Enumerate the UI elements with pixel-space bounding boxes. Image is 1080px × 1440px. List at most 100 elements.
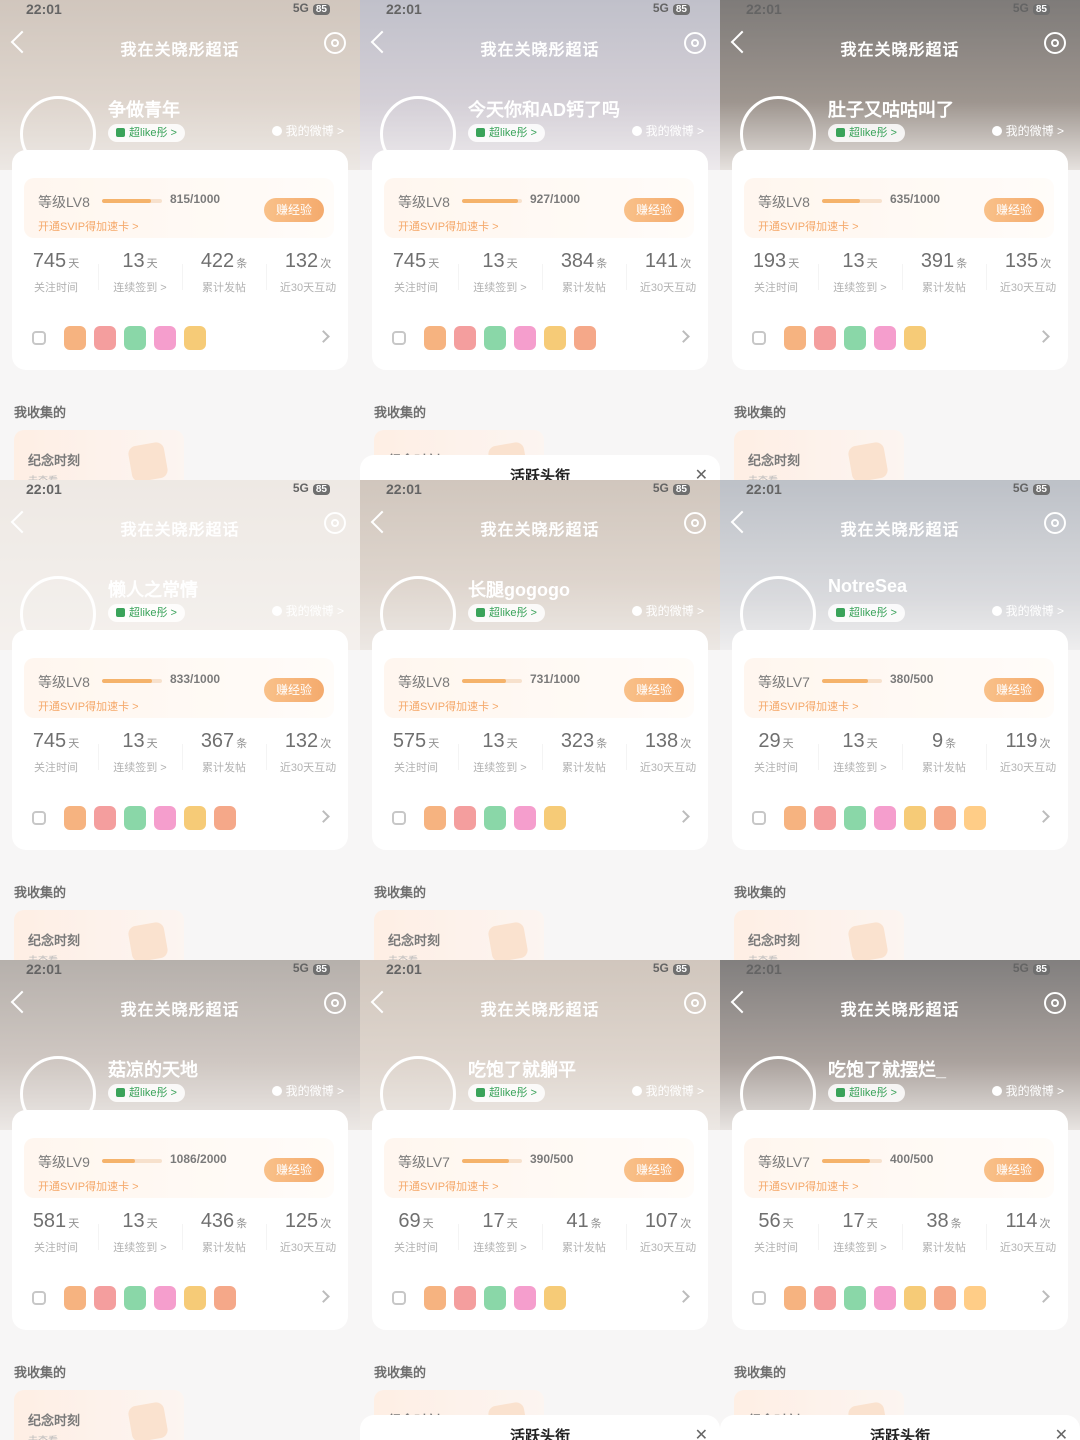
battery-icon: 85	[672, 484, 690, 495]
medals-row[interactable]	[24, 322, 336, 358]
gear-icon[interactable]	[684, 992, 706, 1014]
battery-icon: 85	[1032, 964, 1050, 975]
avatar[interactable]	[740, 96, 816, 172]
stat-signin-days[interactable]: 13 天连续签到 >	[100, 1210, 180, 1255]
medals-row[interactable]	[384, 322, 696, 358]
gear-icon[interactable]	[324, 32, 346, 54]
collected-section-title: 我收集的	[14, 405, 67, 420]
close-icon[interactable]: ✕	[1055, 1425, 1068, 1440]
earn-exp-button[interactable]: 赚经验	[983, 678, 1044, 702]
stat-signin-days[interactable]: 13 天连续签到 >	[100, 250, 180, 295]
memorial-moment-card[interactable]: 纪念时刻 去查看	[14, 1390, 184, 1440]
avatar[interactable]	[740, 1056, 816, 1132]
superlike-badge[interactable]: 超like彤 >	[108, 604, 185, 622]
memorial-moment-card[interactable]: 纪念时刻 去查看	[374, 910, 544, 960]
earn-exp-button[interactable]: 赚经验	[623, 678, 684, 702]
gear-icon[interactable]	[1044, 512, 1066, 534]
stat-follow-days: 56 天关注时间	[754, 1210, 798, 1254]
svip-link[interactable]: 开通SVIP得加速卡 >	[758, 218, 859, 234]
superlike-badge[interactable]: 超like彤 >	[828, 124, 905, 142]
gear-icon[interactable]	[684, 32, 706, 54]
my-weibo-link[interactable]: 我的微博 >	[991, 122, 1064, 139]
earn-exp-button[interactable]: 赚经验	[623, 198, 684, 222]
svip-link[interactable]: 开通SVIP得加速卡 >	[38, 698, 139, 714]
earn-exp-button[interactable]: 赚经验	[983, 198, 1044, 222]
stat-signin-days[interactable]: 17 天连续签到 >	[820, 1210, 900, 1255]
level-row: 等级LV8 731/1000 开通SVIP得加速卡 > 赚经验	[384, 658, 694, 718]
earn-exp-button[interactable]: 赚经验	[983, 1158, 1044, 1182]
stat-signin-days[interactable]: 13 天连续签到 >	[100, 730, 180, 775]
my-weibo-link[interactable]: 我的微博 >	[991, 602, 1064, 619]
person-icon	[271, 126, 282, 136]
avatar[interactable]	[380, 96, 456, 172]
my-weibo-link[interactable]: 我的微博 >	[631, 122, 704, 139]
stat-signin-days[interactable]: 13 天连续签到 >	[460, 250, 540, 295]
my-weibo-link[interactable]: 我的微博 >	[631, 1082, 704, 1099]
earn-exp-button[interactable]: 赚经验	[263, 1158, 324, 1182]
medals-row[interactable]	[744, 802, 1056, 838]
superlike-badge[interactable]: 超like彤 >	[108, 124, 185, 142]
close-icon[interactable]: ✕	[695, 465, 708, 480]
earn-exp-button[interactable]: 赚经验	[623, 1158, 684, 1182]
medals-row[interactable]	[24, 1282, 336, 1318]
earn-exp-button[interactable]: 赚经验	[263, 198, 324, 222]
username: NotreSea	[828, 576, 908, 596]
superlike-badge[interactable]: 超like彤 >	[828, 1084, 905, 1102]
medals-row[interactable]	[744, 1282, 1056, 1318]
level-label: 等级LV8	[398, 194, 450, 210]
medal-icon	[154, 326, 176, 350]
medal-icon	[94, 806, 116, 830]
svip-link[interactable]: 开通SVIP得加速卡 >	[398, 1178, 499, 1194]
superlike-badge[interactable]: 超like彤 >	[828, 604, 905, 622]
avatar[interactable]	[740, 576, 816, 652]
level-exp-value: 815/1000	[170, 192, 221, 206]
memorial-moment-card[interactable]: 纪念时刻 去查看	[14, 910, 184, 960]
svip-link[interactable]: 开通SVIP得加速卡 >	[398, 218, 499, 234]
status-network: 5G 85	[1013, 481, 1050, 495]
level-label: 等级LV7	[758, 1154, 810, 1170]
close-icon[interactable]: ✕	[695, 1425, 708, 1440]
stat-signin-days[interactable]: 13 天连续签到 >	[820, 250, 900, 295]
svip-link[interactable]: 开通SVIP得加速卡 >	[38, 1178, 139, 1194]
stat-signin-days[interactable]: 13 天连续签到 >	[460, 730, 540, 775]
my-weibo-link[interactable]: 我的微博 >	[271, 122, 344, 139]
my-weibo-link[interactable]: 我的微博 >	[631, 602, 704, 619]
svip-link[interactable]: 开通SVIP得加速卡 >	[758, 1178, 859, 1194]
svip-link[interactable]: 开通SVIP得加速卡 >	[758, 698, 859, 714]
stat-signin-days[interactable]: 17 天连续签到 >	[460, 1210, 540, 1255]
my-weibo-link[interactable]: 我的微博 >	[271, 602, 344, 619]
gear-icon[interactable]	[684, 512, 706, 534]
battery-icon: 85	[312, 964, 330, 975]
stat-signin-days[interactable]: 13 天连续签到 >	[820, 730, 900, 775]
superlike-badge[interactable]: 超like彤 >	[468, 1084, 545, 1102]
status-time: 22:01	[746, 1, 782, 17]
avatar[interactable]	[380, 576, 456, 652]
level-exp-value: 390/500	[530, 1152, 574, 1166]
avatar[interactable]	[20, 1056, 96, 1132]
avatar[interactable]	[20, 576, 96, 652]
gear-icon[interactable]	[324, 512, 346, 534]
my-weibo-link[interactable]: 我的微博 >	[271, 1082, 344, 1099]
superlike-badge[interactable]: 超like彤 >	[468, 124, 545, 142]
level-progress-fill	[102, 1159, 135, 1163]
gear-icon[interactable]	[1044, 32, 1066, 54]
level-progress-bar	[462, 199, 522, 203]
superlike-badge[interactable]: 超like彤 >	[108, 1084, 185, 1102]
gear-icon[interactable]	[324, 992, 346, 1014]
medals-row[interactable]	[384, 802, 696, 838]
my-weibo-link[interactable]: 我的微博 >	[991, 1082, 1064, 1099]
medals-row[interactable]	[384, 1282, 696, 1318]
memorial-moment-card[interactable]: 纪念时刻 去查看	[734, 430, 904, 480]
status-bar: 22:01 5G 85	[720, 960, 1080, 982]
memorial-moment-card[interactable]: 纪念时刻 去查看	[14, 430, 184, 480]
earn-exp-button[interactable]: 赚经验	[263, 678, 324, 702]
avatar[interactable]	[380, 1056, 456, 1132]
gear-icon[interactable]	[1044, 992, 1066, 1014]
svip-link[interactable]: 开通SVIP得加速卡 >	[398, 698, 499, 714]
medals-row[interactable]	[744, 322, 1056, 358]
svip-link[interactable]: 开通SVIP得加速卡 >	[38, 218, 139, 234]
superlike-badge[interactable]: 超like彤 >	[468, 604, 545, 622]
medals-row[interactable]	[24, 802, 336, 838]
memorial-moment-card[interactable]: 纪念时刻 去查看	[734, 910, 904, 960]
avatar[interactable]	[20, 96, 96, 172]
